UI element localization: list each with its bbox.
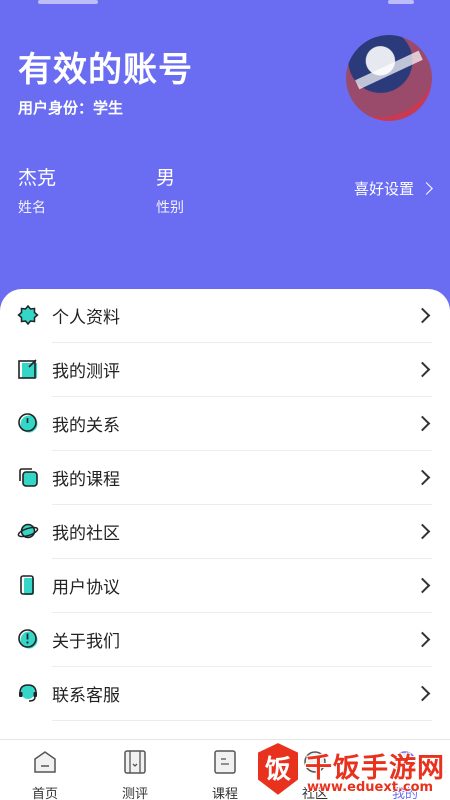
menu-item-customer-service[interactable]: 联系客服 bbox=[0, 667, 450, 721]
menu-item-label: 我的测评 bbox=[52, 362, 120, 382]
gender-value: 男 bbox=[156, 167, 176, 189]
status-bar bbox=[0, 0, 450, 8]
menu-item-label: 联系客服 bbox=[52, 686, 120, 706]
edit-note-icon bbox=[18, 359, 37, 379]
divider bbox=[52, 720, 432, 721]
avatar[interactable] bbox=[346, 35, 432, 121]
menu-item-assessment[interactable]: 我的测评 bbox=[0, 343, 450, 397]
preferences-label: 喜好设置 bbox=[354, 180, 415, 198]
menu-item-label: 我的关系 bbox=[52, 416, 120, 436]
menu-item-label: 我的课程 bbox=[52, 470, 120, 490]
menu-item-courses[interactable]: 我的课程 bbox=[0, 451, 450, 505]
watermark-badge-char: 饭 bbox=[265, 755, 291, 785]
menu-item-about-us[interactable]: 关于我们 bbox=[0, 613, 450, 667]
menu-item-label: 关于我们 bbox=[52, 632, 120, 652]
chevron-right-icon bbox=[420, 182, 433, 195]
stacked-squares-icon bbox=[19, 468, 38, 487]
menu-item-label: 我的社区 bbox=[52, 524, 120, 544]
menu-item-profile[interactable]: 个人资料 bbox=[0, 289, 450, 343]
badge-star-icon bbox=[17, 304, 39, 326]
menu-list: 个人资料 我的测评 我的关系 我的课程 我的社区 用户协议 关于我们 联系客服 bbox=[0, 289, 450, 739]
name-label: 姓名 bbox=[18, 200, 46, 216]
menu-item-relations[interactable]: 我的关系 bbox=[0, 397, 450, 451]
tab-home[interactable]: 首页 bbox=[0, 740, 90, 800]
headset-icon bbox=[19, 684, 37, 702]
chevron-right-icon bbox=[414, 307, 431, 324]
tab-label: 首页 bbox=[31, 787, 58, 800]
chevron-right-icon bbox=[414, 469, 431, 486]
info-exclamation-icon bbox=[18, 629, 38, 649]
chevron-right-icon bbox=[414, 685, 431, 702]
chevron-right-icon bbox=[414, 361, 431, 378]
preferences-link[interactable]: 喜好设置 bbox=[354, 178, 433, 199]
menu-item-user-agreement[interactable]: 用户协议 bbox=[0, 559, 450, 613]
planet-icon bbox=[17, 523, 39, 539]
user-identity: 用户身份：学生 bbox=[18, 99, 124, 117]
watermark: 饭 千饭手游网 www.eduext.com bbox=[247, 738, 450, 800]
account-title: 有效的账号 bbox=[18, 50, 193, 90]
assessment-icon bbox=[124, 750, 146, 774]
menu-item-community[interactable]: 我的社区 bbox=[0, 505, 450, 559]
name-value: 杰克 bbox=[18, 167, 57, 189]
chevron-right-icon bbox=[414, 631, 431, 648]
chevron-right-icon bbox=[414, 523, 431, 540]
tab-assessment[interactable]: 测评 bbox=[90, 740, 180, 800]
menu-item-label: 用户协议 bbox=[52, 578, 120, 598]
chevron-right-icon bbox=[414, 577, 431, 594]
profile-header: 有效的账号 用户身份：学生 杰克 姓名 男 性别 喜好设置 bbox=[0, 0, 450, 320]
menu-item-label: 个人资料 bbox=[52, 308, 120, 328]
watermark-logo-icon: 饭 bbox=[256, 740, 300, 798]
clock-circle-icon bbox=[18, 413, 38, 433]
chevron-right-icon bbox=[414, 415, 431, 432]
tab-label: 测评 bbox=[121, 787, 148, 800]
gender-label: 性别 bbox=[156, 200, 184, 216]
course-icon bbox=[214, 750, 236, 774]
phone-document-icon bbox=[20, 575, 34, 595]
watermark-url: www.eduext.com bbox=[307, 780, 434, 795]
home-icon bbox=[34, 751, 56, 773]
